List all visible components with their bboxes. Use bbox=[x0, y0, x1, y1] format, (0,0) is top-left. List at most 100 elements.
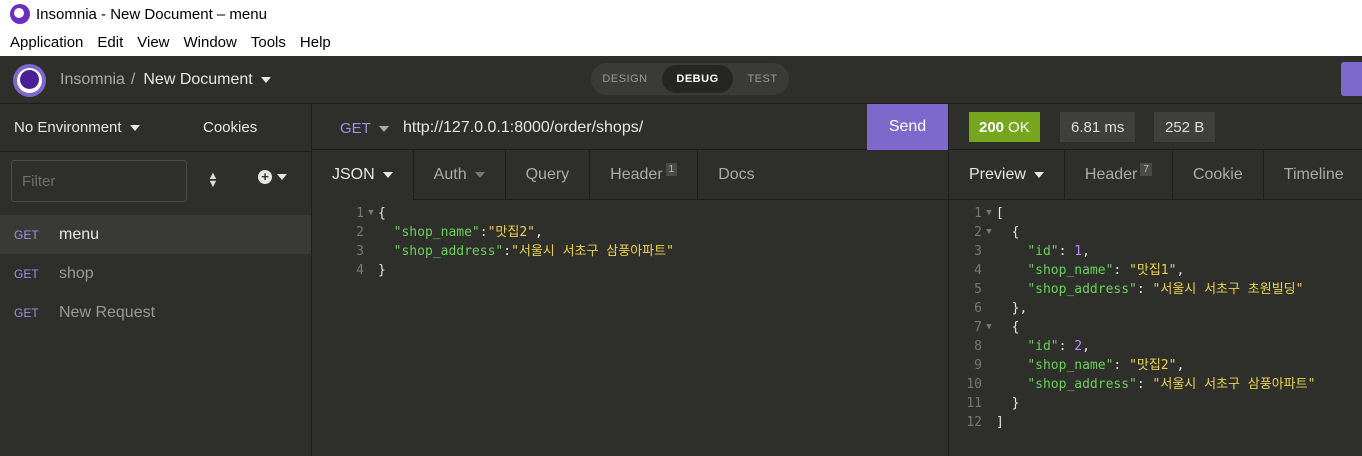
send-button[interactable]: Send bbox=[867, 104, 948, 150]
tab-cookie[interactable]: Cookie bbox=[1173, 150, 1264, 200]
menu-window[interactable]: Window bbox=[184, 34, 237, 51]
add-request-button[interactable]: + bbox=[258, 170, 287, 184]
sidebar-request-shop[interactable]: GET shop bbox=[0, 254, 311, 293]
tab-timeline[interactable]: Timeline bbox=[1264, 150, 1362, 200]
fold-arrow-icon[interactable]: ▼ bbox=[982, 223, 996, 242]
fold-arrow-icon[interactable]: ▼ bbox=[982, 204, 996, 223]
breadcrumb-workspace[interactable]: Insomnia bbox=[60, 71, 125, 89]
line-number: 9 bbox=[974, 358, 982, 373]
code-line: 6 }, bbox=[958, 299, 1315, 318]
request-tabs: JSON Auth Query Header 1 Docs bbox=[312, 150, 948, 200]
method-label: GET bbox=[340, 120, 371, 137]
tab-response-header[interactable]: Header 7 bbox=[1065, 150, 1173, 200]
menu-view[interactable]: View bbox=[137, 34, 169, 51]
chevron-down-icon bbox=[1033, 172, 1044, 178]
line-number: 4 bbox=[356, 263, 364, 278]
sidebar-request-new[interactable]: GET New Request bbox=[0, 293, 311, 332]
line-number: 1 bbox=[974, 206, 982, 221]
topbar-action-button[interactable] bbox=[1341, 62, 1362, 96]
line-number: 3 bbox=[356, 244, 364, 259]
code-line: 1 ▼[ bbox=[958, 204, 1315, 223]
line-number: 1 bbox=[356, 206, 364, 221]
chevron-down-icon bbox=[129, 124, 140, 131]
insomnia-logo-icon bbox=[13, 64, 46, 97]
mode-debug-button[interactable]: DEBUG bbox=[662, 65, 733, 93]
code-token: , bbox=[1082, 339, 1090, 354]
status-code: 200 bbox=[979, 118, 1005, 136]
response-status-bar: 200 OK 6.81 ms 252 B bbox=[949, 104, 1362, 150]
code-line: 8 "id": 2, bbox=[958, 337, 1315, 356]
response-body-viewer[interactable]: 1 ▼[2 ▼ {3 "id": 1,4 "shop_name": "맛집1", 5 … bbox=[958, 204, 1315, 432]
code-token: "shop_address" bbox=[393, 244, 504, 259]
line-number: 2 bbox=[974, 225, 982, 240]
code-token: : bbox=[1113, 263, 1130, 278]
window-title: Insomnia - New Document – menu bbox=[36, 5, 267, 23]
url-bar: GET http://127.0.0.1:8000/order/shops/ S… bbox=[312, 104, 948, 150]
line-number: 7 bbox=[974, 320, 982, 335]
url-input[interactable]: http://127.0.0.1:8000/order/shops/ bbox=[403, 119, 643, 137]
request-method: GET bbox=[14, 266, 39, 281]
code-token: } bbox=[996, 396, 1020, 411]
code-token: ] bbox=[996, 415, 1004, 430]
code-line: 4} bbox=[340, 261, 674, 280]
breadcrumb-document[interactable]: New Document bbox=[143, 71, 252, 89]
method-selector[interactable]: GET bbox=[340, 120, 389, 137]
tab-docs-label: Docs bbox=[718, 166, 755, 183]
cookies-button[interactable]: Cookies bbox=[203, 119, 257, 136]
request-body-editor[interactable]: 1 ▼{2 "shop_name": "맛집2", 3 "shop_address":… bbox=[340, 204, 674, 280]
code-token: "shop_name" bbox=[393, 225, 480, 240]
code-token: : bbox=[479, 225, 488, 240]
code-token: 1 bbox=[1074, 244, 1083, 259]
tab-auth[interactable]: Auth bbox=[414, 150, 506, 200]
menu-help[interactable]: Help bbox=[300, 34, 331, 51]
environment-selector[interactable]: No Environment bbox=[14, 119, 140, 136]
tab-query[interactable]: Query bbox=[506, 150, 591, 200]
code-token: { bbox=[378, 206, 386, 221]
code-line: 10 "shop_address": "서울시 서초구 삼풍아파트" bbox=[958, 375, 1315, 394]
code-token: : bbox=[503, 244, 512, 259]
filter-input[interactable] bbox=[11, 160, 187, 202]
menu-application[interactable]: Application bbox=[10, 34, 83, 51]
tab-docs[interactable]: Docs bbox=[698, 150, 774, 200]
line-number: 6 bbox=[974, 301, 982, 316]
mode-test-button[interactable]: TEST bbox=[747, 73, 777, 85]
breadcrumb: Insomnia / New Document bbox=[60, 71, 271, 89]
chevron-down-icon bbox=[378, 125, 389, 132]
tab-header-label: Header bbox=[610, 166, 663, 183]
tab-preview[interactable]: Preview bbox=[949, 150, 1065, 200]
breadcrumb-separator: / bbox=[130, 71, 136, 88]
code-token: "서울시 서초구 초원빌딩" bbox=[1152, 282, 1304, 297]
tab-header[interactable]: Header 1 bbox=[590, 150, 699, 200]
code-token: : bbox=[1136, 282, 1153, 297]
code-token: "서울시 서초구 삼풍아파트" bbox=[511, 244, 674, 259]
code-token: { bbox=[996, 320, 1020, 335]
code-token: "id" bbox=[1027, 339, 1059, 354]
fold-arrow-icon[interactable]: ▼ bbox=[982, 318, 996, 337]
tab-preview-label: Preview bbox=[969, 166, 1026, 183]
line-number: 3 bbox=[974, 244, 982, 259]
line-number: 2 bbox=[356, 225, 364, 240]
menu-tools[interactable]: Tools bbox=[251, 34, 286, 51]
code-token: 2 bbox=[1074, 339, 1083, 354]
status-text: OK bbox=[1008, 118, 1030, 136]
plus-circle-icon: + bbox=[258, 170, 272, 184]
menu-edit[interactable]: Edit bbox=[97, 34, 123, 51]
fold-arrow-icon[interactable]: ▼ bbox=[364, 204, 378, 223]
chevron-down-icon[interactable] bbox=[260, 77, 271, 83]
code-line: 4 "shop_name": "맛집1", bbox=[958, 261, 1315, 280]
code-token: "맛집2" bbox=[1129, 358, 1177, 373]
tab-body[interactable]: JSON bbox=[312, 150, 414, 200]
environment-label: No Environment bbox=[14, 119, 122, 136]
sort-icon[interactable]: ▲ ▼ bbox=[205, 171, 221, 192]
mode-design-button[interactable]: DESIGN bbox=[602, 73, 647, 85]
code-token: } bbox=[378, 263, 386, 278]
sidebar-request-menu[interactable]: GET menu bbox=[0, 215, 311, 254]
